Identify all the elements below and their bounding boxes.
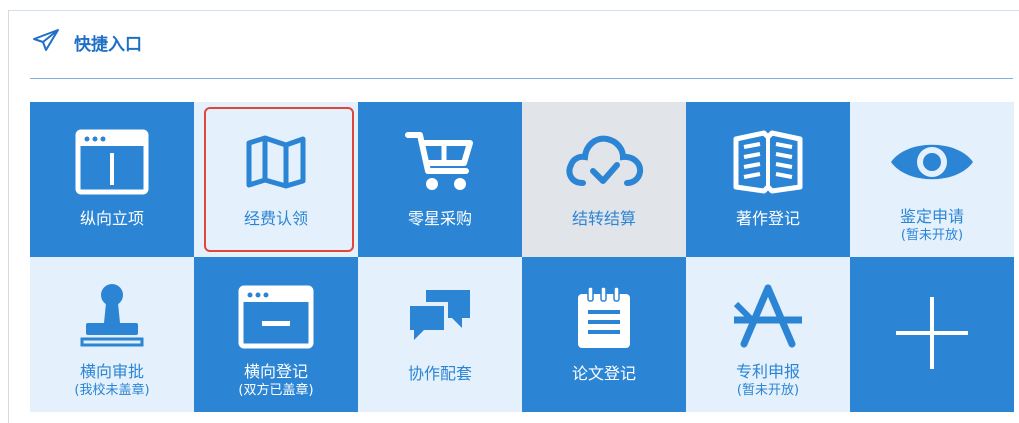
- tile-label: 论文登记: [571, 364, 636, 383]
- tile-label: 专利申报: [735, 362, 800, 381]
- browser-window-icon: [30, 126, 194, 198]
- tile-hengxiang-dengji[interactable]: 横向登记 (双方已盖章): [194, 257, 358, 412]
- tile-jianding-shenqing[interactable]: 鉴定申请 (暂未开放): [850, 102, 1014, 257]
- tile-sublabel: (双方已盖章): [238, 383, 314, 398]
- quick-entry-grid: 纵向立项 经费认领 零星采购 结转结算 著作登记 鉴定申请 (暂未开放) 横向审…: [30, 102, 1014, 412]
- chat-bubbles-icon: [358, 281, 522, 353]
- tile-zhuzuo-dengji[interactable]: 著作登记: [686, 102, 850, 257]
- eye-icon: [850, 126, 1014, 198]
- tile-label: 协作配套: [407, 364, 472, 383]
- tile-zhuanli-shenbao[interactable]: 专利申报 (暂未开放): [686, 257, 850, 412]
- cloud-check-icon: [522, 126, 686, 198]
- tile-zongxiang-lixiang[interactable]: 纵向立项: [30, 102, 194, 257]
- window-minus-icon: [194, 281, 358, 353]
- tile-label: 横向登记: [243, 362, 308, 381]
- paper-plane-icon: [32, 28, 60, 56]
- tile-jingfei-renling[interactable]: 经费认领: [194, 102, 358, 257]
- tile-hengxiang-shenpi[interactable]: 横向审批 (我校未盖章): [30, 257, 194, 412]
- tile-add-more[interactable]: [850, 257, 1014, 412]
- open-book-icon: [686, 126, 850, 198]
- tile-sublabel: (暂未开放): [736, 383, 800, 398]
- stamp-icon: [30, 281, 194, 353]
- map-icon: [194, 126, 358, 198]
- notepad-icon: [522, 281, 686, 353]
- tile-sublabel: (暂未开放): [900, 228, 964, 243]
- tile-jiezhuan-jiesuan[interactable]: 结转结算: [522, 102, 686, 257]
- tile-label: 纵向立项: [79, 209, 144, 228]
- tile-sublabel: (我校未盖章): [74, 383, 150, 398]
- tile-lingxing-caigou[interactable]: 零星采购: [358, 102, 522, 257]
- section-title: 快捷入口: [74, 34, 142, 55]
- tile-label: 结转结算: [571, 209, 636, 228]
- tile-label: 鉴定申请: [899, 207, 964, 226]
- tile-lunwen-dengji[interactable]: 论文登记: [522, 257, 686, 412]
- section-header: 快捷入口: [32, 28, 142, 56]
- tile-label: 横向审批: [79, 362, 144, 381]
- plus-icon: [850, 297, 1014, 369]
- header-divider: [30, 78, 1013, 79]
- tile-label: 著作登记: [735, 209, 800, 228]
- tile-xiezuo-peitao[interactable]: 协作配套: [358, 257, 522, 412]
- shopping-cart-icon: [358, 126, 522, 198]
- tile-label: 零星采购: [407, 209, 472, 228]
- app-store-icon: [686, 281, 850, 353]
- tile-label: 经费认领: [243, 209, 308, 228]
